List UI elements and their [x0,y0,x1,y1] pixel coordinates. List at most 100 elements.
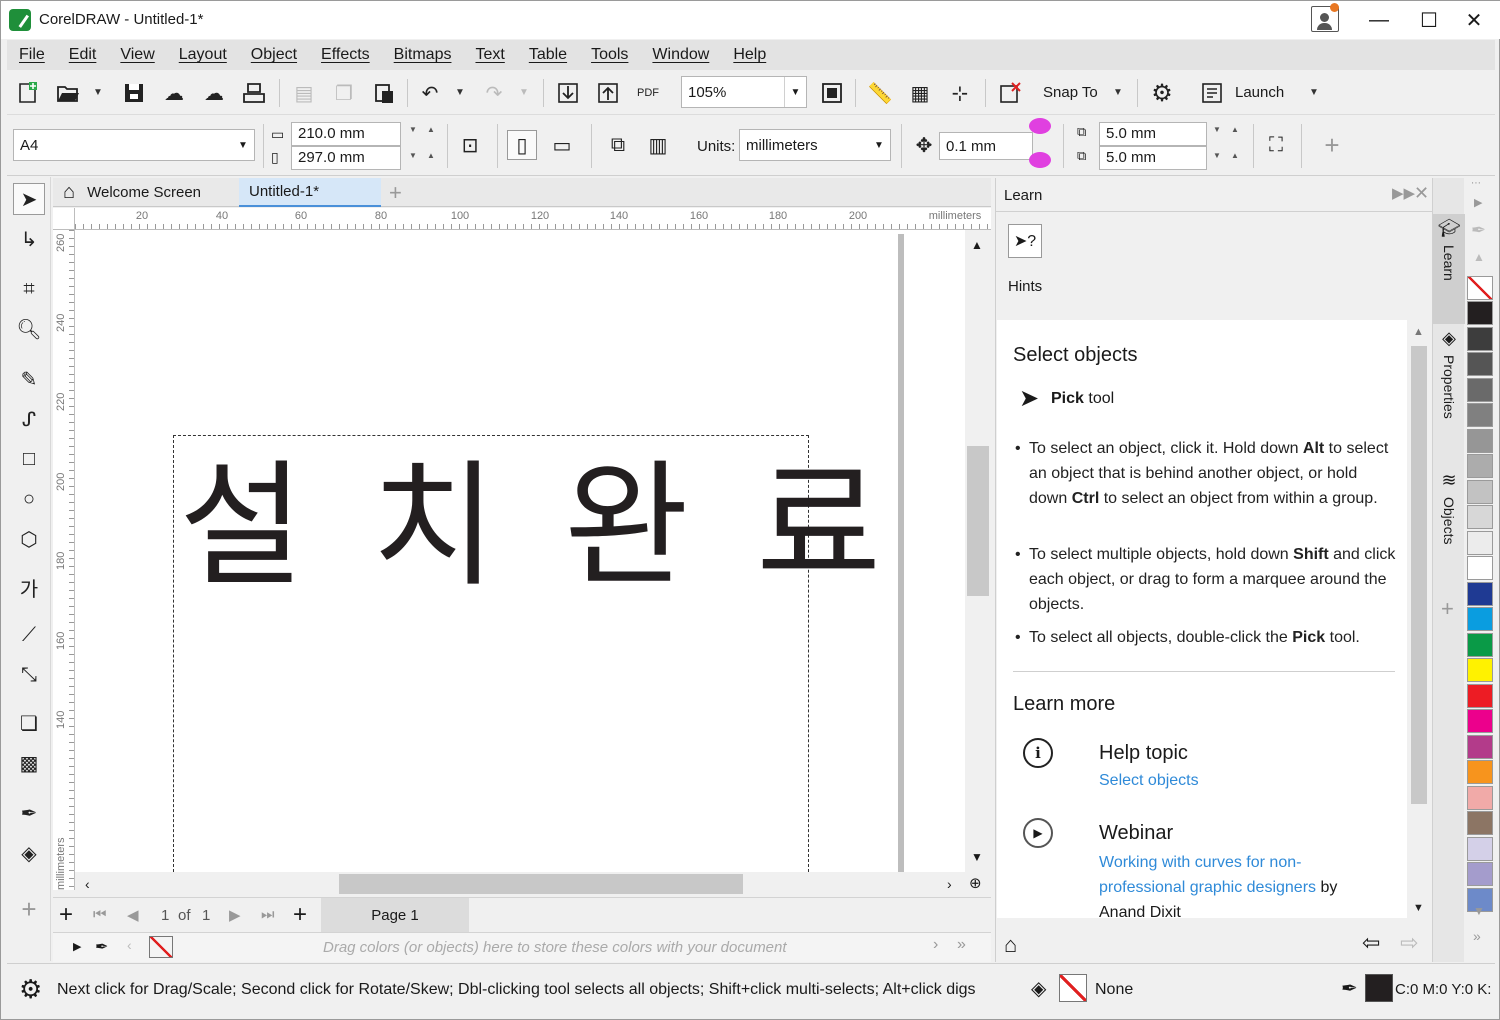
menu-window[interactable]: Window [640,46,721,64]
page-height-field[interactable]: 297.0 mm [291,146,401,170]
horizontal-scrollbar[interactable]: ‹ › ⊕ [75,872,991,896]
menu-effects[interactable]: Effects [309,46,382,64]
artistic-media-tool-icon[interactable]: ᔑ [13,403,45,435]
tab-untitled-1[interactable]: Untitled-1* [239,178,381,207]
menu-file[interactable]: File [7,46,57,64]
add-docker-icon[interactable]: + [1441,596,1454,622]
portrait-orientation-icon[interactable]: ▯ [507,130,537,160]
close-button[interactable]: ✕ [1451,5,1497,35]
launch-button[interactable]: Launch [1235,84,1284,101]
palette-end-icon[interactable]: » [957,936,966,954]
duplicate-x-spinner-up[interactable]: ▲ [1225,124,1245,135]
page-border-icon[interactable]: ⛶ [1261,130,1291,160]
page-height-spinner-up[interactable]: ▲ [421,150,441,161]
page-height-spinner[interactable]: ▼ [403,150,423,161]
account-icon[interactable] [1311,3,1339,32]
outline-color-swatch[interactable] [1365,974,1393,1002]
palette-eyedropper-icon[interactable]: ✒ [1471,220,1486,241]
next-page-icon[interactable]: ▶ [229,906,241,924]
palette-scroll-down-icon[interactable]: ▼ [1473,904,1485,918]
docker-tab-objects[interactable]: ≋ Objects [1433,470,1465,590]
duplicate-x-field[interactable]: 5.0 mm [1099,122,1207,146]
pick-tool-icon[interactable]: ➤ [13,183,45,215]
palette-swatch[interactable] [1467,301,1493,325]
palette-swatch[interactable] [1467,734,1493,759]
drawing-canvas[interactable]: 설 치 완 료 [75,230,965,872]
palette-eyedropper-icon[interactable]: ✒ [95,937,108,957]
full-screen-preview-icon[interactable] [817,78,847,108]
menu-view[interactable]: View [108,46,166,64]
palette-flyout-icon[interactable]: ▶ [1474,196,1482,209]
shape-tool-icon[interactable]: ↳ [13,223,45,255]
zoom-level-dropdown[interactable]: 105% ▼ [681,76,807,108]
palette-expand-icon[interactable]: ▶ [73,940,81,953]
last-page-icon[interactable]: ⏭ [261,906,275,923]
palette-swatch[interactable] [1467,505,1493,529]
new-document-icon[interactable] [13,78,43,108]
palette-swatch[interactable] [1467,862,1493,886]
docker-close-icon[interactable]: ✕ [1414,183,1429,204]
menu-bitmaps[interactable]: Bitmaps [382,46,464,64]
learn-scrollbar[interactable]: ▲ ▼ [1408,320,1430,918]
add-page-after-icon[interactable]: + [293,901,307,929]
swatch-no-color[interactable] [1467,276,1493,300]
minimize-button[interactable]: — [1356,5,1402,35]
palette-swatch[interactable] [1467,530,1493,555]
page-size-dropdown[interactable]: A4 ▼ [13,129,255,161]
artistic-text-object[interactable]: 설 치 완 료 [179,416,893,613]
snap-to-button[interactable]: Snap To [1043,84,1098,101]
docker-collapse-icon[interactable]: ▶▶ [1392,184,1415,202]
duplicate-x-spinner[interactable]: ▼ [1207,124,1227,135]
paste-icon[interactable] [369,78,399,108]
menu-edit[interactable]: Edit [57,46,109,64]
units-dropdown[interactable]: millimeters ▼ [739,129,891,161]
show-guidelines-icon[interactable]: ⊹ [945,78,975,108]
horizontal-ruler[interactable]: 20 40 60 80 100 120 140 160 180 200 mill… [75,208,991,230]
snap-to-dropdown-icon[interactable]: ▼ [1113,87,1123,98]
palette-swatch[interactable] [1467,581,1493,606]
transparency-tool-icon[interactable]: ▩ [13,747,45,779]
menu-layout[interactable]: Layout [167,46,239,64]
first-page-icon[interactable]: ⏮ [93,906,107,923]
palette-swatch[interactable] [1467,428,1493,453]
menu-text[interactable]: Text [463,46,516,64]
eyedropper-tool-icon[interactable]: ✒ [13,797,45,829]
tab-welcome-screen[interactable]: ⌂ Welcome Screen [53,178,239,207]
page-1-tab[interactable]: Page 1 [321,898,469,932]
palette-swatch[interactable] [1467,632,1493,657]
current-page-icon[interactable]: ▥ [643,130,673,160]
palette-scroll-right-icon[interactable]: › [933,936,938,954]
undo-dropdown-icon[interactable]: ▼ [455,87,465,98]
palette-scroll-up-icon[interactable]: ▲ [1473,250,1485,264]
crop-tool-icon[interactable]: ⌗ [13,273,45,305]
palette-swatch[interactable] [1467,658,1493,682]
scroll-right-icon[interactable]: › [947,876,952,892]
duplicate-y-field[interactable]: 5.0 mm [1099,146,1207,170]
vertical-ruler[interactable]: 260 240 220 200 180 160 140 millimeters [53,230,75,890]
palette-swatch[interactable] [1467,836,1493,861]
learn-home-icon[interactable]: ⌂ [1004,932,1017,958]
rectangle-tool-icon[interactable]: □ [13,443,45,475]
polygon-tool-icon[interactable]: ⬡ [13,523,45,555]
scroll-left-icon[interactable]: ‹ [85,876,90,892]
all-pages-icon[interactable]: ⧉ [603,130,633,160]
palette-swatch[interactable] [1467,326,1493,351]
page-transform-icon[interactable]: ⊡ [455,130,485,160]
previous-page-icon[interactable]: ◀ [127,906,139,924]
export-icon[interactable] [593,78,623,108]
nudge-down-icon[interactable] [1029,152,1051,168]
add-toolbar-icon[interactable]: + [1317,130,1347,160]
vertical-scrollbar[interactable]: ▲ ▼ [965,230,991,872]
palette-scroll-left-icon[interactable]: ‹ [127,937,132,953]
drop-shadow-tool-icon[interactable]: ❏ [13,707,45,739]
scroll-up-icon[interactable]: ▲ [971,238,983,252]
launch-dropdown-icon[interactable]: ▼ [1309,87,1319,98]
options-gear-icon[interactable]: ⚙ [1147,78,1177,108]
palette-swatch[interactable] [1467,607,1493,631]
parallel-dimension-tool-icon[interactable]: ⟋ [13,619,45,651]
learn-scroll-thumb[interactable] [1411,346,1427,804]
fill-color-swatch[interactable] [1059,974,1087,1002]
page-width-spinner-up[interactable]: ▲ [421,124,441,135]
palette-swatch[interactable] [1467,479,1493,504]
menu-object[interactable]: Object [239,46,309,64]
